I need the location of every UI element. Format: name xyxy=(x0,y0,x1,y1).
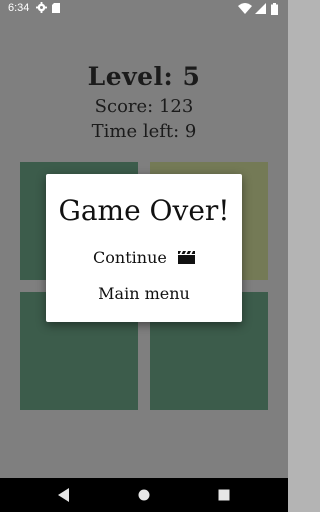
gear-icon xyxy=(36,2,47,13)
status-bar: 6:34 xyxy=(0,0,288,18)
continue-label: Continue xyxy=(93,248,167,267)
game-over-dialog: Game Over! Continue Main menu xyxy=(46,174,242,322)
wifi-icon xyxy=(238,3,252,14)
sd-card-icon xyxy=(52,3,60,13)
home-icon[interactable] xyxy=(138,489,150,501)
time-left-label: Time left: 9 xyxy=(91,121,197,142)
clapperboard-icon xyxy=(177,251,195,264)
continue-button[interactable]: Continue xyxy=(46,248,242,267)
status-time: 6:34 xyxy=(8,2,30,14)
level-label: Level: 5 xyxy=(87,62,201,91)
score-label: Score: 123 xyxy=(94,96,194,117)
dialog-title: Game Over! xyxy=(58,194,230,227)
main-menu-button[interactable]: Main menu xyxy=(46,284,242,303)
back-icon[interactable] xyxy=(58,488,70,502)
recents-icon[interactable] xyxy=(218,489,230,501)
battery-icon xyxy=(271,3,278,15)
navigation-bar xyxy=(0,478,288,512)
signal-icon xyxy=(255,3,266,14)
